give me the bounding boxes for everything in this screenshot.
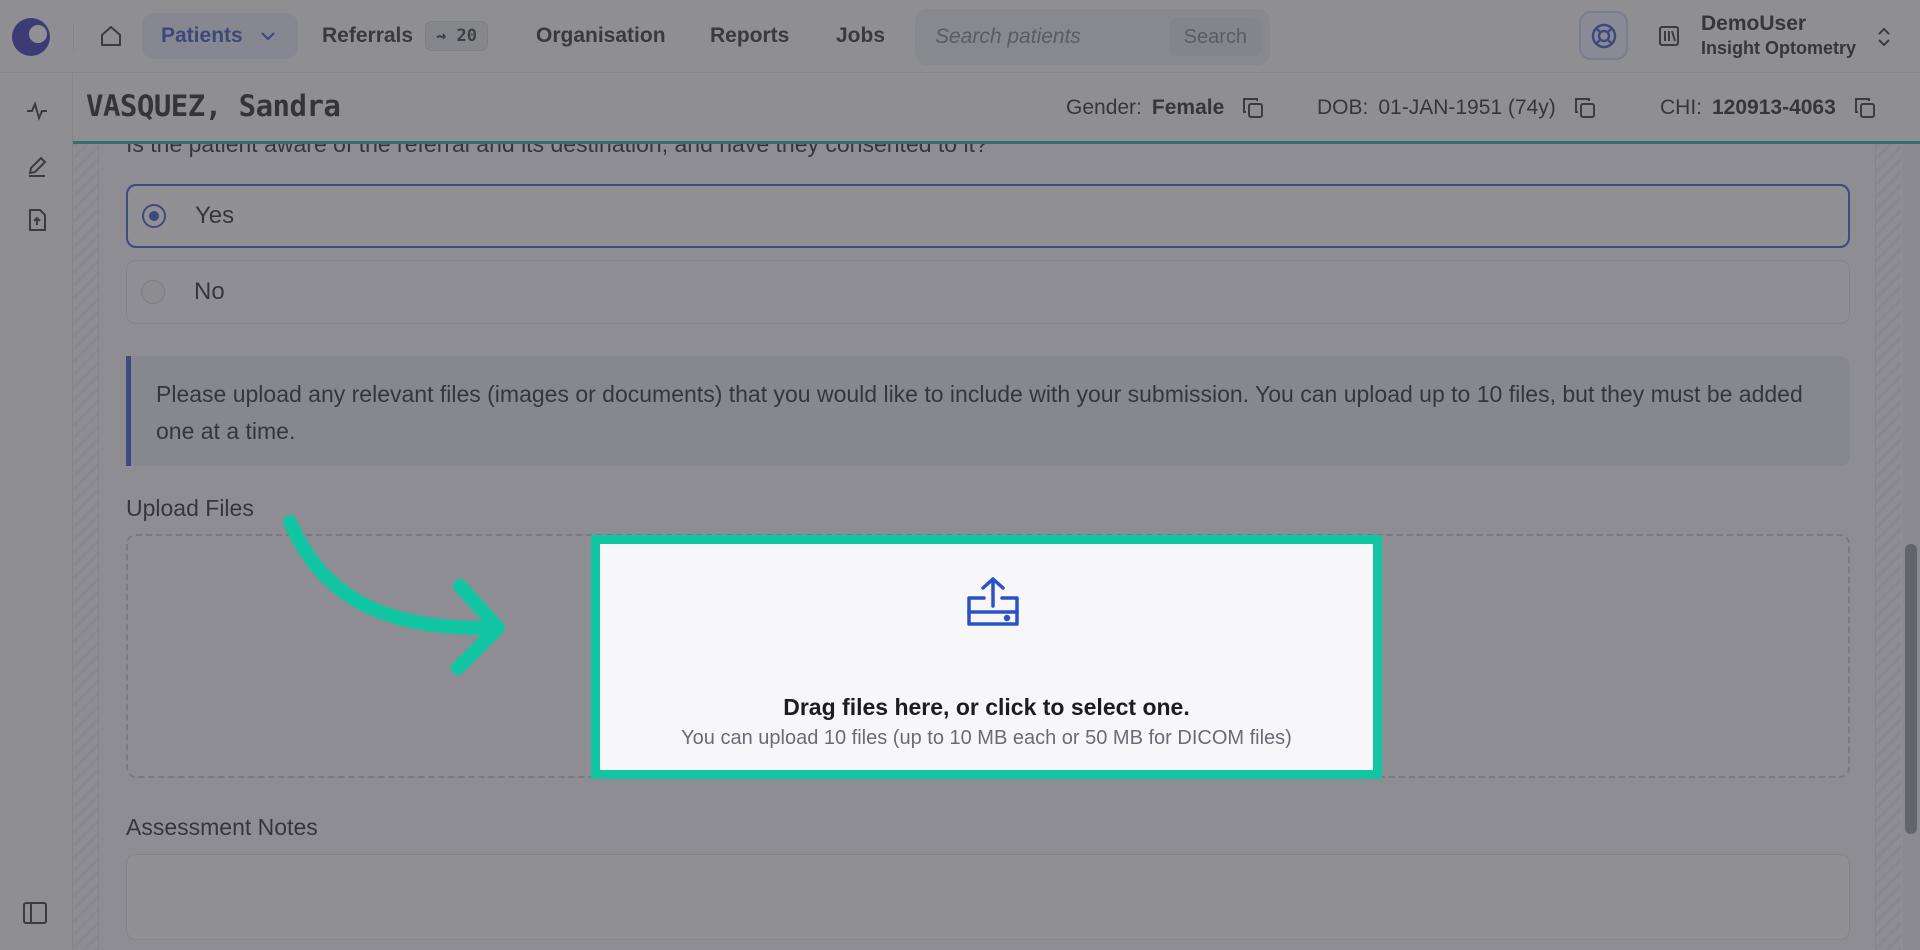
consent-option-no[interactable]: No xyxy=(126,260,1850,324)
nav-jobs[interactable]: Jobs xyxy=(836,13,885,59)
radio-unselected-icon xyxy=(141,280,165,304)
rail-edit-button[interactable] xyxy=(21,150,53,182)
top-navigation: Patients Referrals ⇝ 20 Organisation Rep… xyxy=(0,0,1920,73)
patient-name: VASQUEZ, Sandra xyxy=(86,89,341,123)
assessment-notes-label: Assessment Notes xyxy=(126,814,318,840)
consent-question: Is the patient aware of the referral and… xyxy=(126,144,988,157)
user-name[interactable]: DemoUser xyxy=(1701,12,1806,36)
patient-gender: Gender: Female xyxy=(1066,95,1266,121)
scrollbar-thumb[interactable] xyxy=(1905,544,1917,834)
sidebar-toggle-button[interactable] xyxy=(20,898,50,928)
user-menu-toggle[interactable] xyxy=(1877,26,1891,53)
dropzone-title: Drag files here, or click to select one. xyxy=(783,694,1190,720)
dob-value: 01-JAN-1951 (74y) xyxy=(1378,96,1556,119)
copy-icon xyxy=(1854,98,1875,118)
side-rail xyxy=(0,73,73,950)
lifebuoy-icon xyxy=(1591,23,1616,48)
rail-activity-button[interactable] xyxy=(21,95,53,127)
left-gutter xyxy=(73,144,99,950)
nav-referrals-label: Referrals xyxy=(322,24,414,47)
activity-icon xyxy=(27,101,47,121)
nav-patients[interactable]: Patients xyxy=(142,13,298,59)
option-yes-label: Yes xyxy=(195,202,235,229)
patient-search: Search xyxy=(915,9,1270,65)
search-input[interactable] xyxy=(935,21,1150,53)
copy-icon xyxy=(1243,98,1264,118)
nav-divider xyxy=(73,24,74,50)
chevron-up-down-icon xyxy=(1878,27,1890,47)
gender-value: Female xyxy=(1151,96,1225,119)
help-button[interactable] xyxy=(1579,11,1628,60)
chevron-down-icon xyxy=(260,31,275,40)
patient-dob: DOB: 01-JAN-1951 (74y) xyxy=(1317,95,1598,121)
upload-info-callout: Please upload any relevant files (images… xyxy=(126,356,1850,466)
option-no-label: No xyxy=(194,278,225,305)
right-gutter xyxy=(1875,144,1901,950)
nav-organisation[interactable]: Organisation xyxy=(536,13,666,59)
user-organisation[interactable]: Insight Optometry xyxy=(1701,38,1856,59)
nav-referrals[interactable]: Referrals ⇝ 20 xyxy=(322,13,489,59)
assessment-notes-field[interactable] xyxy=(126,854,1850,940)
curved-arrow-icon xyxy=(283,515,505,675)
nav-patients-label: Patients xyxy=(161,24,243,47)
file-dropzone[interactable]: Drag files here, or click to select one.… xyxy=(591,535,1382,779)
patient-chi: CHI: 120913-4063 xyxy=(1660,95,1878,121)
copy-icon xyxy=(1574,98,1595,118)
rail-upload-button[interactable] xyxy=(21,204,53,236)
upload-files-label: Upload Files xyxy=(126,495,254,521)
sidebar-toggle-icon xyxy=(23,902,47,924)
patient-header: VASQUEZ, Sandra Gender: Female DOB: 01-J… xyxy=(73,73,1920,144)
upload-icon xyxy=(967,577,1019,626)
chi-label: CHI: xyxy=(1660,96,1702,119)
file-upload-icon xyxy=(29,209,46,231)
org-switcher[interactable] xyxy=(1657,24,1681,53)
home-icon xyxy=(101,26,121,46)
app-logo[interactable] xyxy=(12,18,50,56)
gender-label: Gender: xyxy=(1066,96,1142,119)
copy-gender-button[interactable] xyxy=(1240,95,1266,121)
dob-label: DOB: xyxy=(1317,96,1369,119)
copy-chi-button[interactable] xyxy=(1852,95,1878,121)
referrals-count-badge: ⇝ 20 xyxy=(425,21,489,51)
dropzone-subtitle: You can upload 10 files (up to 10 MB eac… xyxy=(681,727,1292,749)
nav-reports[interactable]: Reports xyxy=(710,13,789,59)
chi-value: 120913-4063 xyxy=(1712,96,1836,119)
radio-selected-icon xyxy=(142,204,166,228)
pencil-icon xyxy=(28,156,47,177)
search-button[interactable]: Search xyxy=(1168,18,1262,56)
library-icon xyxy=(1659,26,1679,46)
copy-dob-button[interactable] xyxy=(1572,95,1598,121)
home-button[interactable] xyxy=(96,20,126,52)
consent-option-yes[interactable]: Yes xyxy=(126,184,1850,248)
